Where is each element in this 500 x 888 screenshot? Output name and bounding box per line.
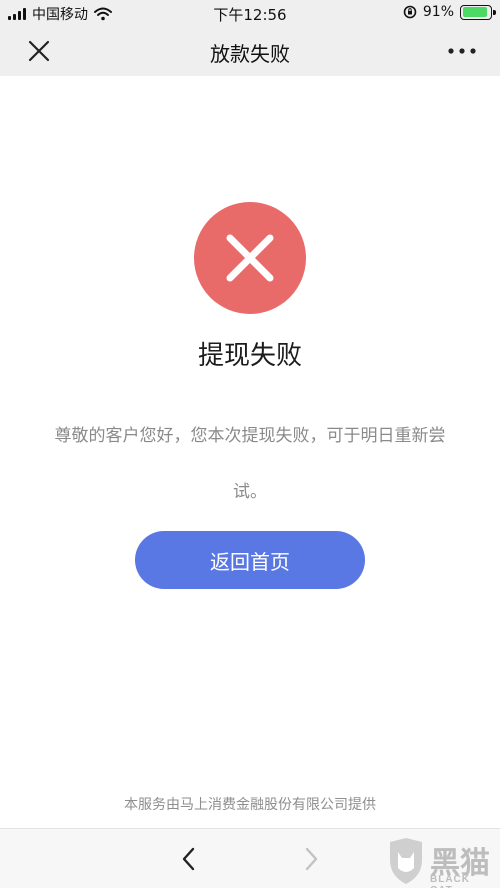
- more-dots-icon[interactable]: [446, 40, 478, 62]
- watermark-en: BLACK CAT: [430, 874, 470, 888]
- page-title: 放款失败: [210, 42, 290, 66]
- provider-footer: 本服务由马上消费金融股份有限公司提供: [124, 797, 376, 813]
- nav-bar: 放款失败: [0, 26, 500, 76]
- chevron-left-icon[interactable]: [176, 845, 202, 873]
- battery-percent: 91%: [422, 4, 454, 20]
- chevron-right-icon[interactable]: [298, 845, 324, 873]
- result-title: 提现失败: [197, 341, 302, 371]
- status-bar: 中国移动 下午12:56 91%: [0, 0, 500, 26]
- battery-icon: [460, 4, 496, 20]
- status-right: 91%: [403, 4, 496, 20]
- error-x-icon: [194, 202, 306, 314]
- result-message: 尊敬的客户您好，您本次提现失败，可于明日重新尝试。: [54, 426, 446, 502]
- rotation-lock-icon: [403, 5, 417, 19]
- cat-shield-icon: [390, 838, 422, 884]
- battery-fill: [462, 7, 488, 17]
- return-home-button[interactable]: 返回首页: [135, 531, 365, 589]
- watermark-logo: 黑猫 BLACK CAT: [384, 838, 494, 888]
